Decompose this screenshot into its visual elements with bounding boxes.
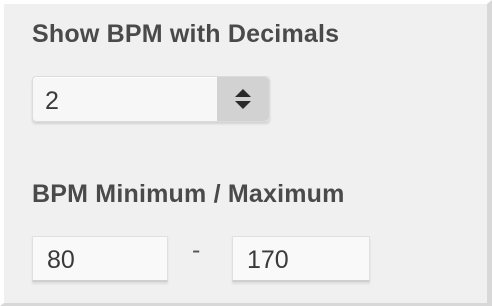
range-separator: - — [192, 236, 201, 264]
bpm-range-label: BPM Minimum / Maximum — [32, 180, 345, 208]
bpm-maximum-value: 170 — [247, 246, 289, 274]
bpm-maximum-input[interactable]: 170 — [232, 236, 370, 282]
decimals-label: Show BPM with Decimals — [32, 20, 340, 48]
up-down-chevron-icon — [235, 89, 251, 109]
bpm-minimum-value: 80 — [47, 246, 75, 274]
decimals-select-value: 2 — [45, 87, 59, 115]
bpm-minimum-input[interactable]: 80 — [32, 236, 168, 282]
select-arrows-button[interactable] — [217, 77, 269, 121]
decimals-select[interactable]: 2 — [32, 76, 270, 122]
